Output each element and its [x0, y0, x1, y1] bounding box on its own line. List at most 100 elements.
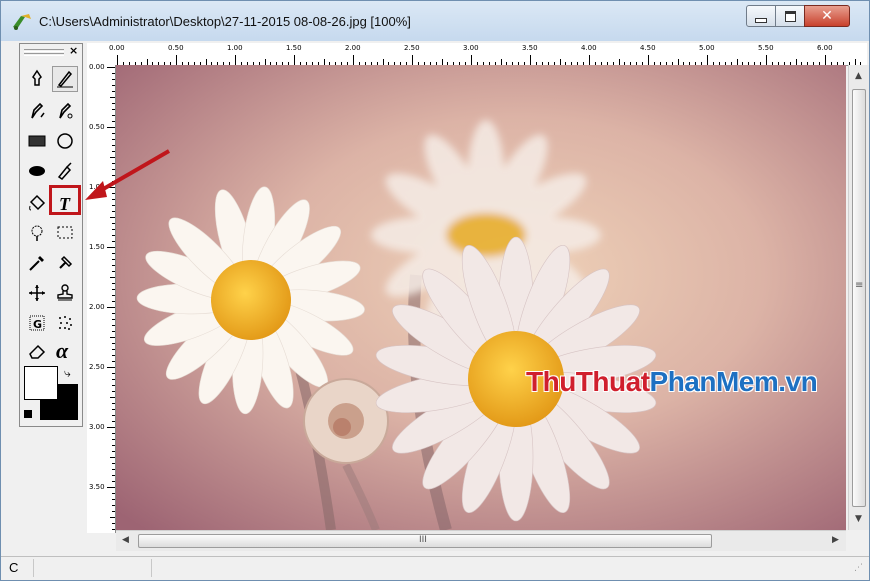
watermark-suffix: .vn	[778, 366, 818, 397]
resize-grip-icon[interactable]: ⋰	[854, 563, 863, 573]
scatter-tool[interactable]	[52, 310, 78, 336]
foreground-color-swatch[interactable]	[24, 366, 58, 400]
svg-text:α: α	[56, 341, 69, 361]
toolbox-panel: × T G α ⤷	[19, 43, 83, 427]
scroll-down-icon[interactable]: ▼	[855, 514, 862, 524]
free-form-select-tool[interactable]	[24, 66, 50, 92]
ruler-v-tick	[112, 481, 115, 482]
pencil-tool[interactable]	[52, 66, 78, 92]
magic-wand-tool[interactable]	[24, 220, 50, 246]
pen-tool[interactable]	[52, 158, 78, 184]
alpha-tool[interactable]: α	[52, 338, 78, 364]
airbrush-tool[interactable]	[52, 98, 78, 124]
rect-select-tool[interactable]	[52, 220, 78, 246]
ruler-v-tick	[112, 91, 115, 92]
ruler-v-tick	[112, 349, 115, 350]
ruler-v-label: 1.50	[89, 243, 105, 251]
ruler-h-label: 6.00	[817, 44, 833, 52]
ruler-h-tick	[471, 55, 472, 65]
ruler-v-tick	[110, 337, 115, 338]
ruler-h-tick	[530, 55, 531, 65]
ruler-h-tick	[707, 55, 708, 65]
ruler-v-tick	[112, 445, 115, 446]
maximize-icon	[784, 10, 796, 22]
stamp-tool[interactable]	[52, 280, 78, 306]
ruler-v-tick	[110, 517, 115, 518]
horizontal-scroll-thumb[interactable]: III	[138, 534, 712, 548]
ruler-v-tick	[112, 163, 115, 164]
ruler-v-tick	[107, 187, 115, 188]
ruler-h-tick	[235, 55, 236, 65]
toolbox-grip-2	[24, 53, 64, 56]
ruler-v-tick	[112, 301, 115, 302]
ruler-v-label: 1.00	[89, 183, 105, 191]
hammer-tool[interactable]	[52, 250, 78, 276]
scroll-left-icon[interactable]: ◀	[122, 535, 129, 545]
ruler-v-tick	[112, 103, 115, 104]
fill-bucket-icon	[29, 194, 46, 211]
vertical-scroll-thumb[interactable]: ≡	[852, 89, 866, 507]
ruler-v-tick	[112, 403, 115, 404]
image-canvas[interactable]	[116, 65, 846, 530]
ruler-v-tick	[112, 451, 115, 452]
ruler-v-tick	[112, 109, 115, 110]
filled-ellipse-tool[interactable]	[24, 158, 50, 184]
ruler-v-tick	[107, 427, 115, 428]
move-tool[interactable]	[24, 280, 50, 306]
rectangle-tool[interactable]	[24, 128, 50, 154]
ruler-v-tick	[112, 523, 115, 524]
ruler-v-label: 2.00	[89, 303, 105, 311]
scroll-up-icon[interactable]: ▲	[855, 71, 862, 81]
eyedropper-tool[interactable]	[24, 250, 50, 276]
vertical-ruler: 0.00 0.50 1.00 1.50 2.00 2.50 3.00 3.50	[87, 63, 116, 533]
ruler-v-label: 2.50	[89, 363, 105, 371]
scatter-icon	[59, 316, 72, 330]
scroll-right-icon[interactable]: ▶	[832, 535, 839, 545]
status-cell-1: C	[9, 560, 19, 575]
status-divider	[33, 559, 34, 577]
g-tool[interactable]: G	[24, 310, 50, 336]
ruler-v-tick	[112, 433, 115, 434]
ruler-v-tick	[112, 511, 115, 512]
ruler-v-tick	[112, 145, 115, 146]
maximize-button[interactable]	[775, 5, 805, 27]
color-swatches: ⤷	[24, 366, 80, 422]
ruler-h-tick	[825, 55, 826, 65]
ruler-v-tick	[112, 475, 115, 476]
toolbox-header: ×	[22, 44, 80, 58]
ruler-h-tick	[648, 55, 649, 65]
eraser-tool[interactable]	[24, 338, 50, 364]
default-colors-button[interactable]	[24, 410, 32, 418]
ruler-v-tick	[112, 211, 115, 212]
ruler-v-tick	[110, 397, 115, 398]
ruler-v-tick	[112, 319, 115, 320]
ellipse-tool[interactable]	[52, 128, 78, 154]
ruler-v-tick	[112, 415, 115, 416]
ruler-v-tick	[112, 79, 115, 80]
toolbox-close-button[interactable]: ×	[69, 44, 78, 57]
toolbox-grip[interactable]	[24, 49, 64, 52]
minimize-button[interactable]	[746, 5, 776, 27]
ruler-v-tick	[112, 253, 115, 254]
g-icon: G	[29, 315, 45, 331]
watermark-blue-part: PhanMem	[649, 366, 779, 397]
ruler-v-tick	[112, 283, 115, 284]
ruler-v-tick	[107, 367, 115, 368]
ruler-h-label: 5.50	[758, 44, 774, 52]
swap-colors-icon[interactable]: ⤷	[64, 366, 71, 381]
brush-tool[interactable]	[24, 98, 50, 124]
horizontal-scrollbar[interactable]: ◀ III ▶	[116, 530, 846, 551]
close-button[interactable]: ✕	[804, 5, 850, 27]
ruler-v-tick	[112, 175, 115, 176]
ruler-v-tick	[112, 379, 115, 380]
ruler-v-tick	[112, 499, 115, 500]
ruler-v-tick	[112, 205, 115, 206]
pencil-icon	[57, 70, 73, 88]
ruler-h-label: 2.50	[404, 44, 420, 52]
vertical-scrollbar[interactable]: ▲ ≡ ▼	[848, 65, 869, 530]
title-bar[interactable]: C:\Users\Administrator\Desktop\27-11-201…	[1, 1, 869, 41]
ruler-v-tick	[112, 169, 115, 170]
ruler-h-tick	[294, 55, 295, 65]
ruler-v-tick	[112, 313, 115, 314]
fill-bucket-tool[interactable]	[24, 190, 50, 216]
